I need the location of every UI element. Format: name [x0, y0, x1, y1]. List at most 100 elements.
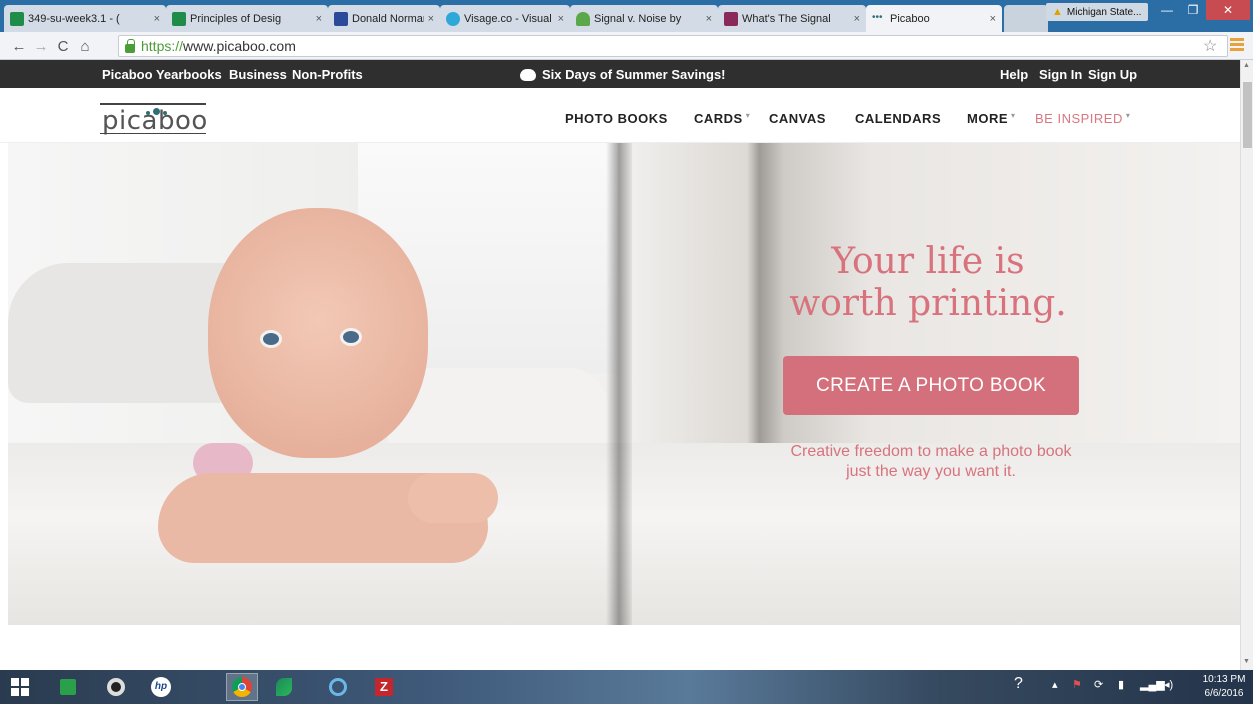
tab-picaboo[interactable]: ••• Picaboo ×: [866, 5, 1002, 32]
sync-icon[interactable]: ⟳: [1094, 678, 1103, 691]
tab-title: 349-su-week3.1 - (: [28, 12, 120, 25]
forward-arrow-icon[interactable]: →: [32, 36, 50, 56]
tab-principles-of-design[interactable]: Principles of Desig ×: [166, 5, 328, 32]
reload-icon[interactable]: C: [54, 36, 72, 56]
back-arrow-icon[interactable]: ←: [10, 36, 28, 56]
tab-visage[interactable]: Visage.co - Visual ×: [440, 5, 570, 32]
link-sign-in[interactable]: Sign In: [1039, 67, 1082, 82]
caret-down-icon: ▾: [745, 111, 751, 120]
tab-title: Picaboo: [890, 12, 930, 25]
close-icon[interactable]: ×: [154, 13, 160, 25]
tab-signal-v-noise[interactable]: Signal v. Noise by ×: [570, 5, 718, 32]
store-icon[interactable]: [52, 673, 84, 701]
picaboo-icon: •••: [872, 11, 883, 23]
headline-line: worth printing.: [789, 283, 1067, 324]
network-icon[interactable]: ▂▄▆: [1140, 678, 1165, 691]
nav-label: CANVAS: [769, 111, 826, 126]
page-scrollbar[interactable]: ▲ ▼: [1240, 60, 1253, 670]
new-tab-button[interactable]: [1004, 5, 1048, 32]
windows-start-icon[interactable]: [4, 673, 36, 701]
lock-icon: [125, 38, 135, 53]
scroll-down-icon[interactable]: ▼: [1243, 658, 1250, 665]
scrollbar-thumb[interactable]: [1243, 82, 1252, 148]
menu-icon[interactable]: [1230, 38, 1244, 52]
hp-icon[interactable]: hp: [145, 673, 177, 701]
book-fold: [606, 143, 632, 625]
address-bar[interactable]: https:// www.picaboo.com: [118, 35, 1228, 57]
link-non-profits[interactable]: Non-Profits: [292, 67, 363, 82]
link-help[interactable]: Help: [1000, 67, 1028, 82]
clock-date: 6/6/2016: [1204, 688, 1244, 699]
nav-calendars[interactable]: CALENDARS: [855, 111, 941, 126]
caret-down-icon: ▾: [1125, 111, 1131, 120]
nav-cards[interactable]: CARDS ▾: [694, 111, 750, 126]
link-business[interactable]: Business: [229, 67, 287, 82]
piggy-bank-icon: [520, 68, 536, 81]
show-hidden-icons[interactable]: ▴: [1052, 678, 1058, 691]
visage-icon: [446, 11, 460, 26]
create-photo-book-button[interactable]: CREATE A PHOTO BOOK: [783, 356, 1079, 415]
s-icon: [172, 11, 186, 26]
scroll-up-icon[interactable]: ▲: [1243, 62, 1250, 69]
browser-toolbar: ← → C ⌂ https:// www.picaboo.com ☆: [0, 32, 1253, 60]
tab-title: Visage.co - Visual: [464, 12, 552, 25]
battery-icon[interactable]: ▮: [1118, 678, 1124, 691]
nav-label: CALENDARS: [855, 111, 942, 126]
url-scheme: https://: [141, 38, 184, 54]
link-picaboo-yearbooks[interactable]: Picaboo Yearbooks: [102, 67, 222, 82]
close-icon[interactable]: ×: [428, 13, 434, 25]
windows-taskbar: hp Z ? ▴ ⚑ ⟳ ▮ ▂▄▆ ◂) 10:13 PM 6/6/2016: [0, 670, 1253, 704]
bookmark-star-icon[interactable]: ☆: [1203, 36, 1217, 56]
page-viewport: Picaboo Yearbooks Business Non-Profits S…: [0, 60, 1240, 670]
close-icon[interactable]: ×: [990, 13, 996, 25]
link-sign-up[interactable]: Sign Up: [1088, 67, 1137, 82]
tab-349-su-week3[interactable]: 349-su-week3.1 - ( ×: [4, 5, 166, 32]
promo-banner[interactable]: Six Days of Summer Savings!: [520, 67, 726, 82]
picaboo-logo[interactable]: picaboo: [100, 97, 208, 136]
close-icon[interactable]: ×: [558, 13, 564, 25]
close-icon[interactable]: ×: [706, 13, 712, 25]
minimize-button[interactable]: —: [1154, 0, 1180, 20]
nav-photo-books[interactable]: PHOTO BOOKS: [565, 111, 668, 126]
url-host: www.picaboo.com: [183, 38, 296, 54]
hbr-icon: [334, 11, 348, 26]
hero-tagline: Creative freedom to make a photo book ju…: [790, 443, 1072, 480]
clock-time: 10:13 PM: [1202, 674, 1246, 685]
grid-icon: [724, 11, 738, 26]
home-icon[interactable]: ⌂: [76, 36, 94, 56]
close-icon[interactable]: ×: [854, 13, 860, 25]
browser-icon[interactable]: [322, 673, 354, 701]
utility-bar: Picaboo Yearbooks Business Non-Profits S…: [0, 60, 1240, 88]
nav-label: MORE: [967, 111, 1008, 126]
nav-canvas[interactable]: CANVAS: [769, 111, 826, 126]
help-icon[interactable]: ?: [1014, 675, 1023, 693]
close-icon[interactable]: ×: [316, 13, 322, 25]
eye-icon: [260, 330, 282, 348]
headline-line: Your life is: [831, 241, 1025, 282]
tab-title: What's The Signal: [742, 12, 831, 25]
profile-button[interactable]: ▲ Michigan State...: [1046, 3, 1148, 21]
nav-label: PHOTO BOOKS: [565, 111, 668, 126]
hero-photo-baby-head: [208, 208, 428, 458]
nav-more[interactable]: MORE ▾: [967, 111, 1016, 126]
close-window-button[interactable]: ✕: [1206, 0, 1250, 20]
caret-down-icon: ▾: [1011, 111, 1016, 120]
tab-donald-norman[interactable]: Donald Norman's ×: [328, 5, 440, 32]
nav-be-inspired[interactable]: BE INSPIRED ▾: [1035, 111, 1130, 126]
eye-icon: [340, 328, 362, 346]
media-icon[interactable]: [100, 673, 132, 701]
nav-label: BE INSPIRED: [1035, 111, 1123, 126]
system-clock[interactable]: 10:13 PM 6/6/2016: [1199, 673, 1249, 701]
main-nav: picaboo PHOTO BOOKS CARDS ▾ CANVAS CALEND…: [0, 88, 1240, 143]
tab-whats-the-signal[interactable]: What's The Signal ×: [718, 5, 866, 32]
filezilla-icon[interactable]: Z: [368, 673, 400, 701]
tab-title: Signal v. Noise by: [594, 12, 682, 25]
flag-icon[interactable]: ⚑: [1072, 678, 1082, 691]
chrome-icon[interactable]: [226, 673, 258, 701]
volume-icon[interactable]: ◂): [1164, 678, 1173, 691]
signal-icon: [576, 11, 590, 26]
logo-text: picaboo: [102, 106, 208, 136]
app-icon[interactable]: [268, 673, 300, 701]
profile-name: Michigan State...: [1066, 6, 1142, 18]
restore-button[interactable]: ❐: [1180, 0, 1206, 20]
